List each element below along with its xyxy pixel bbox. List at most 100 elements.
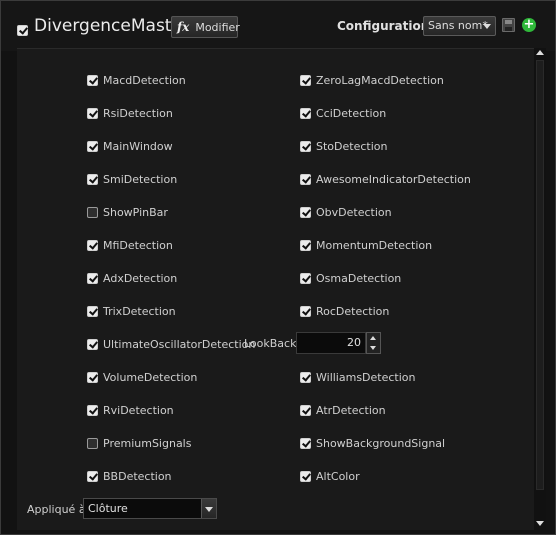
option-label: CciDetection bbox=[316, 106, 387, 120]
lookback-spinner[interactable] bbox=[366, 332, 381, 354]
left-option-row[interactable]: RsiDetection bbox=[87, 105, 173, 121]
applied-to-value: Clôture bbox=[88, 502, 128, 515]
left-option-row[interactable]: MacdDetection bbox=[87, 72, 186, 88]
right-option-row[interactable]: CciDetection bbox=[300, 105, 386, 121]
option-checkbox[interactable] bbox=[87, 371, 98, 383]
option-label: AtrDetection bbox=[316, 403, 386, 417]
fx-icon: fx bbox=[177, 20, 190, 34]
option-label: AltColor bbox=[316, 469, 360, 483]
option-checkbox[interactable] bbox=[87, 107, 98, 119]
left-option-row[interactable]: RviDetection bbox=[87, 402, 174, 418]
left-option-row[interactable]: VolumeDetection bbox=[87, 369, 197, 385]
right-option-row[interactable]: StoDetection bbox=[300, 138, 387, 154]
right-option-row[interactable]: WilliamsDetection bbox=[300, 369, 415, 385]
option-checkbox[interactable] bbox=[87, 437, 98, 449]
option-checkbox[interactable] bbox=[87, 74, 98, 86]
option-label: OsmaDetection bbox=[316, 271, 402, 285]
option-label: RocDetection bbox=[316, 304, 390, 318]
indicator-title: DivergenceMaster bbox=[34, 16, 189, 36]
option-checkbox[interactable] bbox=[300, 74, 311, 86]
configuration-select[interactable]: Sans nom* bbox=[423, 16, 496, 36]
configuration-value: Sans nom* bbox=[428, 19, 488, 32]
indicator-settings-window: DivergenceMaster fx Modifier Configurati… bbox=[0, 0, 556, 535]
vertical-scrollbar[interactable] bbox=[534, 48, 546, 530]
option-label: MfiDetection bbox=[103, 238, 173, 252]
scrollbar-thumb[interactable] bbox=[536, 60, 544, 490]
option-checkbox[interactable] bbox=[300, 371, 311, 383]
right-option-row[interactable]: MomentumDetection bbox=[300, 237, 432, 253]
option-checkbox[interactable] bbox=[300, 305, 311, 317]
modifier-label: Modifier bbox=[195, 20, 240, 34]
option-label: AdxDetection bbox=[103, 271, 178, 285]
scroll-up-arrow-icon[interactable] bbox=[536, 50, 544, 55]
option-label: MacdDetection bbox=[103, 73, 186, 87]
spin-up-icon[interactable] bbox=[370, 336, 376, 340]
option-label: PremiumSignals bbox=[103, 436, 192, 450]
option-label: TrixDetection bbox=[103, 304, 176, 318]
right-option-row[interactable]: AwesomeIndicatorDetection bbox=[300, 171, 471, 187]
left-option-row[interactable]: MfiDetection bbox=[87, 237, 173, 253]
option-label: ObvDetection bbox=[316, 205, 392, 219]
option-label: UltimateOscillatorDetection bbox=[103, 337, 256, 351]
option-checkbox[interactable] bbox=[300, 239, 311, 251]
option-checkbox[interactable] bbox=[300, 140, 311, 152]
applied-to-select[interactable]: Clôture bbox=[83, 498, 217, 519]
option-label: ZeroLagMacdDetection bbox=[316, 73, 444, 87]
scroll-down-arrow-icon[interactable] bbox=[536, 521, 544, 526]
indicator-enabled-checkbox[interactable] bbox=[17, 25, 28, 36]
left-option-row[interactable]: MainWindow bbox=[87, 138, 173, 154]
right-option-row[interactable]: ShowBackgroundSignal bbox=[300, 435, 445, 451]
chevron-down-icon bbox=[483, 24, 491, 29]
add-icon[interactable]: + bbox=[522, 18, 536, 32]
option-checkbox[interactable] bbox=[300, 206, 311, 218]
option-label: ShowPinBar bbox=[103, 205, 168, 219]
option-label: MomentumDetection bbox=[316, 238, 433, 252]
option-label: MainWindow bbox=[103, 139, 173, 153]
option-label: WilliamsDetection bbox=[316, 370, 416, 384]
left-option-row[interactable]: ShowPinBar bbox=[87, 204, 168, 220]
left-option-row[interactable]: TrixDetection bbox=[87, 303, 176, 319]
option-label: ShowBackgroundSignal bbox=[316, 436, 446, 450]
option-checkbox[interactable] bbox=[87, 470, 98, 482]
right-option-row[interactable]: AltColor bbox=[300, 468, 360, 484]
chevron-down-icon[interactable] bbox=[201, 499, 216, 518]
right-option-row[interactable]: AtrDetection bbox=[300, 402, 386, 418]
right-option-row[interactable]: OsmaDetection bbox=[300, 270, 401, 286]
option-label: BBDetection bbox=[103, 469, 172, 483]
option-checkbox[interactable] bbox=[300, 404, 311, 416]
modifier-button[interactable]: fx Modifier bbox=[171, 16, 240, 38]
option-label: VolumeDetection bbox=[103, 370, 198, 384]
option-checkbox[interactable] bbox=[87, 140, 98, 152]
option-checkbox[interactable] bbox=[87, 239, 98, 251]
right-option-row[interactable]: ObvDetection bbox=[300, 204, 392, 220]
option-checkbox[interactable] bbox=[87, 173, 98, 185]
option-checkbox[interactable] bbox=[87, 305, 98, 317]
option-label: RsiDetection bbox=[103, 106, 173, 120]
option-checkbox[interactable] bbox=[87, 338, 98, 350]
left-option-row[interactable]: UltimateOscillatorDetection bbox=[87, 336, 255, 352]
left-option-row[interactable]: BBDetection bbox=[87, 468, 172, 484]
indicator-header: DivergenceMaster fx Modifier Configurati… bbox=[1, 1, 555, 51]
option-label: SmiDetection bbox=[103, 172, 178, 186]
applied-to-label: Appliqué à bbox=[27, 503, 86, 516]
option-checkbox[interactable] bbox=[87, 404, 98, 416]
right-option-row[interactable]: ZeroLagMacdDetection bbox=[300, 72, 444, 88]
option-label: StoDetection bbox=[316, 139, 388, 153]
option-label: AwesomeIndicatorDetection bbox=[316, 172, 471, 186]
left-option-row[interactable]: SmiDetection bbox=[87, 171, 177, 187]
left-option-row[interactable]: AdxDetection bbox=[87, 270, 177, 286]
option-checkbox[interactable] bbox=[300, 107, 311, 119]
save-icon[interactable] bbox=[502, 18, 515, 32]
option-checkbox[interactable] bbox=[300, 470, 311, 482]
lookback-input[interactable]: 20 bbox=[296, 332, 366, 354]
option-checkbox[interactable] bbox=[300, 173, 311, 185]
left-option-row[interactable]: PremiumSignals bbox=[87, 435, 191, 451]
lookback-label: LookBack bbox=[244, 337, 297, 350]
right-option-row[interactable]: RocDetection bbox=[300, 303, 389, 319]
option-checkbox[interactable] bbox=[87, 206, 98, 218]
option-checkbox[interactable] bbox=[300, 437, 311, 449]
option-label: RviDetection bbox=[103, 403, 174, 417]
option-checkbox[interactable] bbox=[300, 272, 311, 284]
option-checkbox[interactable] bbox=[87, 272, 98, 284]
spin-down-icon[interactable] bbox=[370, 346, 376, 350]
